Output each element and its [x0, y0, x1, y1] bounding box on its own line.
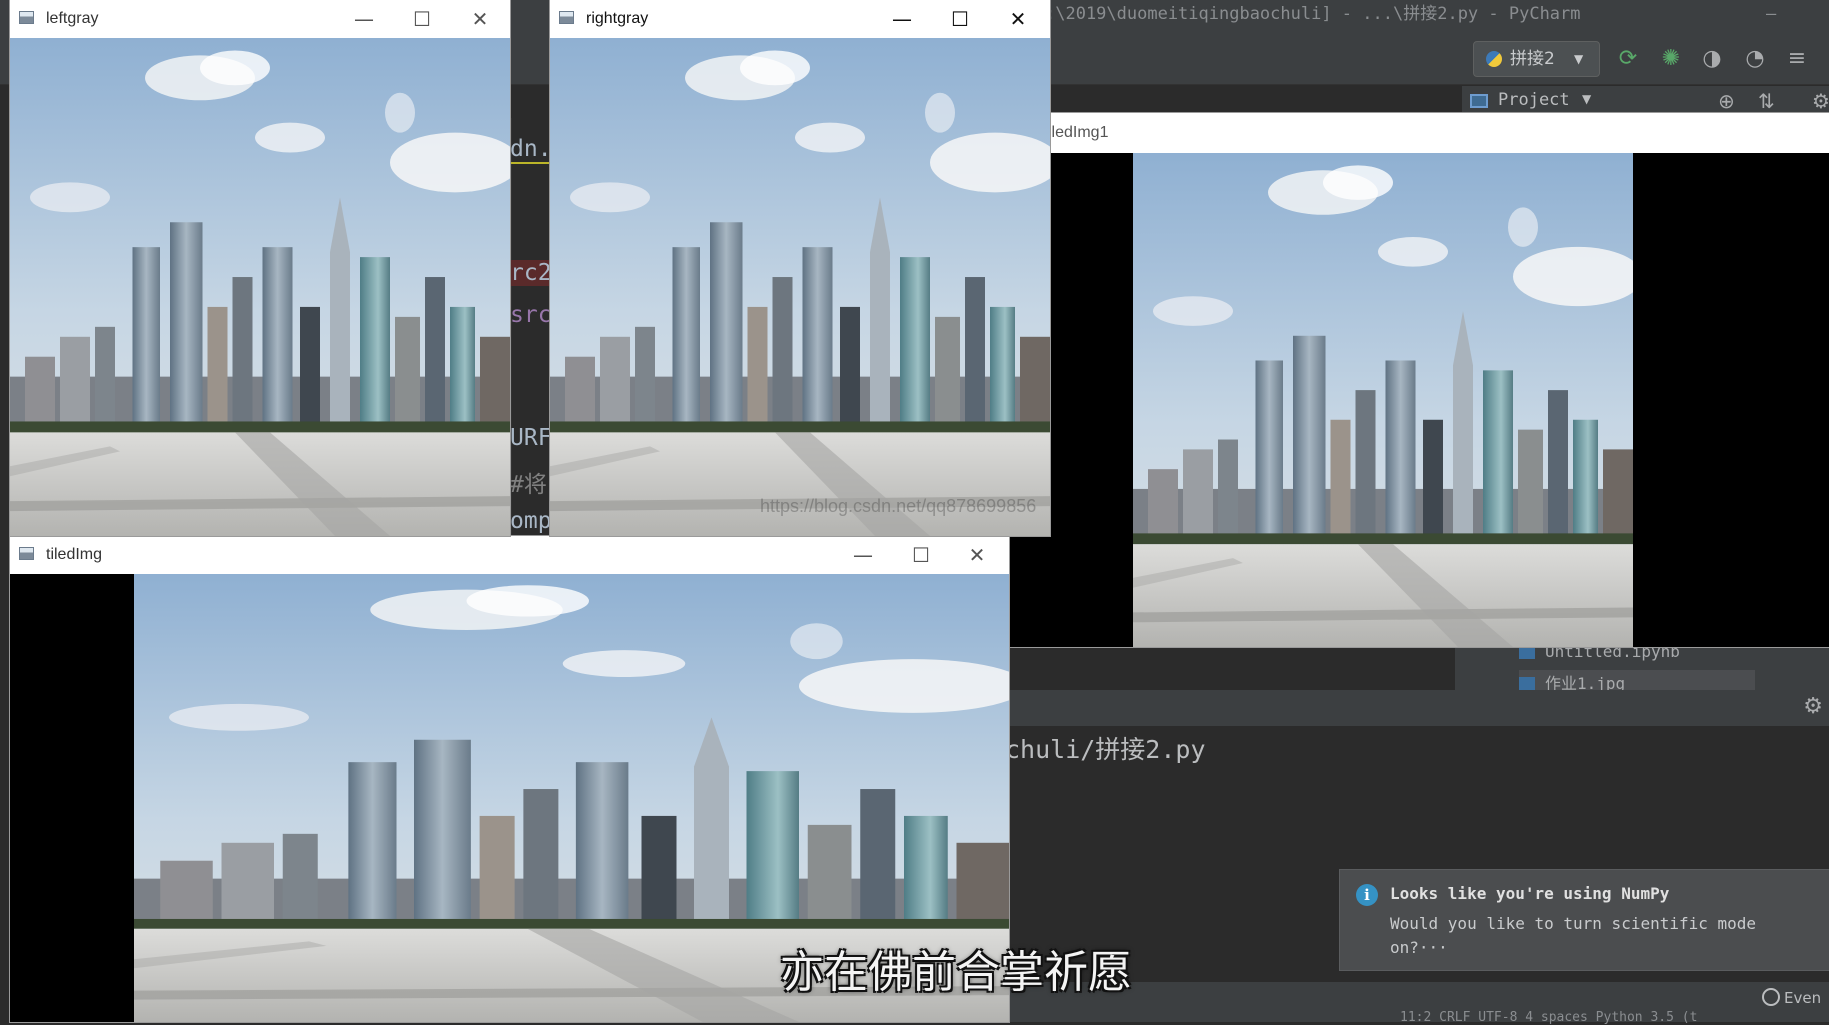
debug-icon[interactable]: ✺ [1656, 44, 1686, 74]
run-output-path: chuli/拼接2.py [1005, 735, 1206, 764]
code-fragment: src [510, 302, 552, 328]
collapse-icon[interactable]: ⇅ [1758, 89, 1775, 113]
window-app-icon [559, 11, 574, 24]
event-log-icon [1762, 988, 1780, 1006]
info-icon: i [1356, 884, 1378, 906]
gear-icon[interactable]: ⚙ [1812, 89, 1829, 113]
image-canvas[interactable]: https://blog.csdn.net/qq878699856 [550, 38, 1050, 536]
project-tree: Untitled.ipynb 作业1.jpg [1455, 640, 1829, 690]
profile-icon[interactable]: ◔ [1740, 44, 1770, 74]
code-fragment: URF [510, 425, 552, 451]
run-config-dropdown[interactable]: 拼接2 ▼ [1473, 41, 1600, 77]
skyline-image [1133, 153, 1633, 647]
project-folder-icon [1470, 94, 1488, 108]
close-button[interactable]: ✕ [453, 0, 507, 38]
maximize-button[interactable]: ☐ [894, 536, 948, 574]
event-log-button[interactable]: Even [1762, 988, 1821, 1007]
image-canvas[interactable] [10, 38, 510, 536]
run-config-label: 拼接2 [1510, 49, 1555, 69]
coverage-icon[interactable]: ◑ [1697, 44, 1727, 74]
notebook-file-icon [1519, 645, 1535, 659]
close-button[interactable]: ✕ [991, 0, 1045, 38]
image-canvas[interactable] [1010, 153, 1829, 647]
window-title: tiledImg [46, 546, 103, 563]
chevron-down-icon: ▼ [1574, 52, 1584, 66]
code-fragment: omp [510, 508, 552, 534]
code-fragment: dn. [510, 136, 552, 164]
skyline-image [550, 38, 1050, 536]
code-fragment: #将 [510, 472, 547, 498]
window-title: leftgray [46, 10, 99, 27]
locate-icon[interactable]: ⊕ [1718, 89, 1735, 113]
code-fragment: rc2 [510, 260, 552, 286]
skyline-image [10, 38, 510, 536]
image-file-icon [1519, 677, 1535, 690]
gear-icon[interactable]: ⚙ [1803, 694, 1823, 719]
notification-title: Looks like you're using NumPy [1390, 884, 1670, 903]
close-button[interactable]: ✕ [950, 536, 1004, 574]
minimize-button[interactable]: — [875, 0, 929, 38]
video-subtitle: 亦在佛前合掌祈愿 [780, 947, 1132, 998]
window-titlebar[interactable]: leftgray — ☐ ✕ [10, 0, 510, 38]
numpy-notification[interactable]: i Looks like you're using NumPy Would yo… [1339, 869, 1829, 971]
run-list-icon[interactable]: ≡ [1782, 44, 1812, 74]
window-titlebar[interactable]: rightgray — ☐ ✕ [550, 0, 1050, 38]
window-rightgray[interactable]: rightgray — ☐ ✕ https://blog.csdn.net/qq… [550, 0, 1050, 536]
python-icon [1486, 51, 1502, 67]
window-tiledimg1[interactable]: iledImg1 [1010, 113, 1829, 647]
minimize-button[interactable]: — [836, 536, 890, 574]
chevron-down-icon[interactable]: ▼ [1582, 92, 1591, 106]
window-leftgray[interactable]: leftgray — ☐ ✕ [10, 0, 510, 536]
window-titlebar[interactable]: tiledImg — ☐ ✕ [10, 536, 1009, 574]
window-title: rightgray [586, 10, 649, 27]
window-title: iledImg1 [1048, 124, 1109, 141]
pycharm-minimize-button[interactable]: — [1766, 0, 1776, 28]
status-info: 11:2 CRLF UTF-8 4 spaces Python 3.5 (t [1400, 1010, 1698, 1025]
window-app-icon [19, 11, 34, 24]
maximize-button[interactable]: ☐ [933, 0, 987, 38]
rerun-icon[interactable]: ⟳ [1613, 44, 1643, 74]
run-panel-header: ⚙ [1010, 690, 1829, 726]
notification-message[interactable]: Would you like to turn scientific mode o… [1390, 912, 1790, 960]
watermark: https://blog.csdn.net/qq878699856 [760, 496, 1037, 516]
pycharm-title: :\2019\duomeitiqingbaochuli] - ...\拼接2.p… [1045, 4, 1581, 24]
status-bar: Even 11:2 CRLF UTF-8 4 spaces Python 3.5… [1010, 982, 1829, 1025]
window-titlebar[interactable]: iledImg1 [1010, 113, 1829, 153]
project-label[interactable]: Project [1498, 90, 1570, 110]
minimize-button[interactable]: — [337, 0, 391, 38]
tree-item-image[interactable]: 作业1.jpg [1519, 670, 1755, 690]
maximize-button[interactable]: ☐ [395, 0, 449, 38]
window-app-icon [19, 547, 34, 560]
